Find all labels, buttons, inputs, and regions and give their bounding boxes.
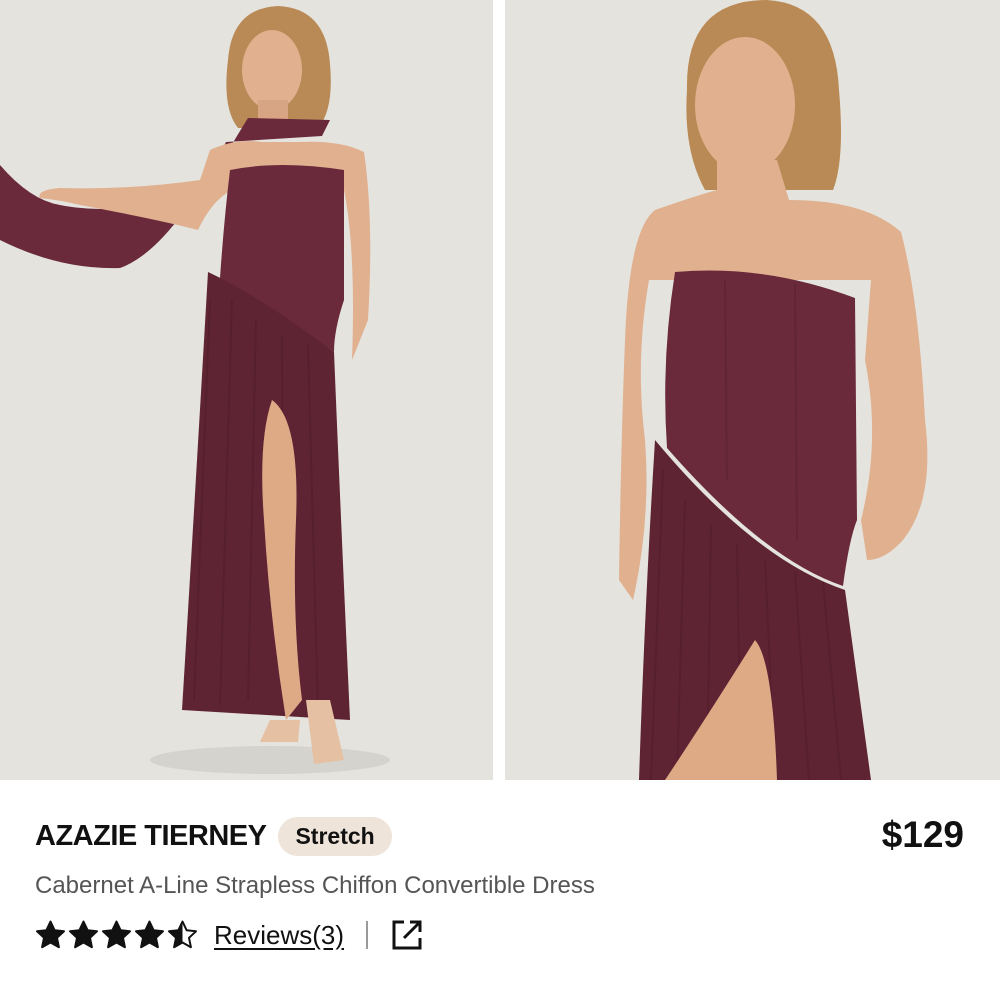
product-name: Cabernet A-Line Strapless Chiffon Conver… xyxy=(35,872,595,899)
rating-row: Reviews(3) xyxy=(35,917,424,953)
external-link-icon[interactable] xyxy=(390,918,424,952)
model-close-up-photo xyxy=(505,0,1000,780)
product-image-full-length[interactable] xyxy=(0,0,493,780)
model-full-length-photo xyxy=(0,0,493,780)
product-price: $129 xyxy=(881,814,964,855)
star-icon xyxy=(69,920,98,949)
star-icon xyxy=(102,920,131,949)
reviews-link[interactable]: Reviews(3) xyxy=(214,920,344,951)
stretch-badge: Stretch xyxy=(278,816,392,856)
product-info: AZAZIE TIERNEY Stretch $129 Cabernet A-L… xyxy=(0,780,1000,1000)
star-rating xyxy=(35,920,200,950)
divider xyxy=(366,921,369,949)
product-image-close-up[interactable] xyxy=(505,0,1000,780)
star-icon xyxy=(168,920,197,949)
product-title-row: AZAZIE TIERNEY Stretch xyxy=(35,816,392,856)
star-icon xyxy=(36,920,65,949)
product-image-gallery[interactable] xyxy=(0,0,1000,780)
star-icon xyxy=(135,920,164,949)
product-card: AZAZIE TIERNEY Stretch $129 Cabernet A-L… xyxy=(0,0,1000,1000)
product-brand: AZAZIE TIERNEY xyxy=(35,819,267,852)
